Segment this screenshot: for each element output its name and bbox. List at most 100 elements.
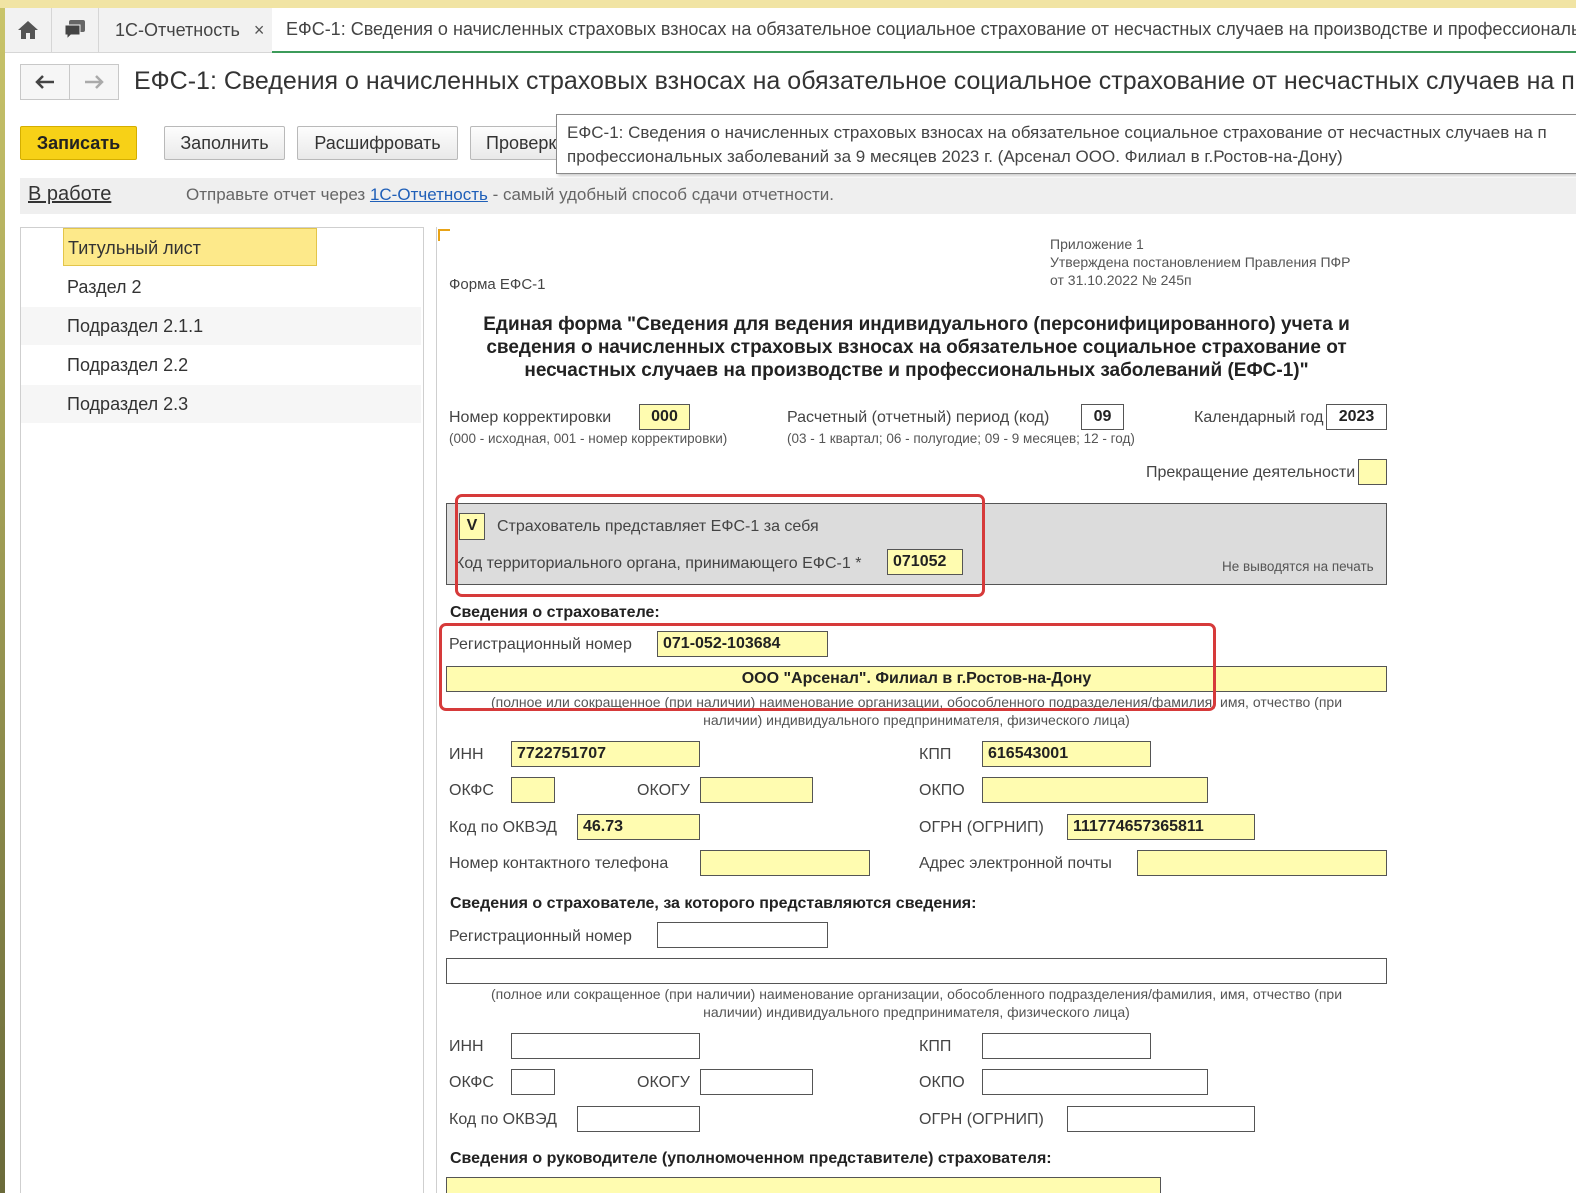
tab-label: 1С-Отчетность xyxy=(115,19,240,40)
okpo-2-field[interactable] xyxy=(982,1069,1208,1095)
ogrn-2-field[interactable] xyxy=(1067,1106,1255,1132)
year-label: Календарный год xyxy=(1194,409,1324,426)
nav-item-section-2[interactable]: Раздел 2 xyxy=(21,268,421,306)
okfs-2-field[interactable] xyxy=(511,1069,555,1095)
info-message: Отправьте отчет через 1С-Отчетность - са… xyxy=(186,185,834,205)
okved-2-field[interactable] xyxy=(577,1106,700,1132)
org-name-2-caption: (полное или сокращенное (при наличии) на… xyxy=(446,985,1387,1021)
okogu-2-label: ОКОГУ xyxy=(637,1074,690,1091)
cell-cursor-marker xyxy=(438,229,450,241)
kpp-2-field[interactable] xyxy=(982,1033,1151,1059)
insurer-heading: Сведения о страхователе: xyxy=(450,604,660,621)
caption-line: (полное или сокращенное (при наличии) на… xyxy=(490,986,1343,1002)
title-tooltip: ЕФС-1: Сведения о начисленных страховых … xyxy=(556,114,1576,174)
inn-2-field[interactable] xyxy=(511,1033,700,1059)
org-name-2-field[interactable] xyxy=(446,958,1387,984)
kpp-field[interactable]: 616543001 xyxy=(982,741,1151,767)
form-title-line: сведения о начисленных страховых взносах… xyxy=(486,337,1347,358)
reg-number-2-label: Регистрационный номер xyxy=(449,928,632,945)
no-print-note: Не выводятся на печать xyxy=(1222,559,1374,574)
email-field[interactable] xyxy=(1137,850,1387,876)
highlight-box xyxy=(439,623,1216,711)
info-text: Отправьте отчет через xyxy=(186,185,370,204)
okved-label: Код по ОКВЭД xyxy=(449,819,557,836)
okogu-label: ОКОГУ xyxy=(637,782,690,799)
appendix-line: Приложение 1 xyxy=(1050,236,1144,252)
inn-label: ИНН xyxy=(449,746,484,763)
caption-line: наличии) индивидуального предпринимателя… xyxy=(703,1004,1130,1020)
messages-button[interactable] xyxy=(52,8,99,52)
period-field[interactable]: 09 xyxy=(1081,404,1124,430)
form-title-line: несчастных случаев на производстве и про… xyxy=(524,360,1309,381)
year-field[interactable]: 2023 xyxy=(1326,404,1387,430)
save-button[interactable]: Записать xyxy=(20,126,137,160)
period-label: Расчетный (отчетный) период (код) xyxy=(787,409,1050,426)
tab-label: ЕФС-1: Сведения о начисленных страховых … xyxy=(286,19,1576,39)
reg-number-2-field[interactable] xyxy=(657,922,828,948)
okved-field[interactable]: 46.73 xyxy=(577,814,700,840)
back-button[interactable] xyxy=(20,64,70,100)
tooltip-line: профессиональных заболеваний за 9 месяце… xyxy=(567,147,1343,166)
okfs-field[interactable] xyxy=(511,777,555,803)
okogu-2-field[interactable] xyxy=(700,1069,813,1095)
inn-2-label: ИНН xyxy=(449,1038,484,1055)
ogrn-2-label: ОГРН (ОГРНИП) xyxy=(919,1111,1044,1128)
okpo-field[interactable] xyxy=(982,777,1208,803)
kpp-label: КПП xyxy=(919,746,952,763)
nav-item-subsection-2-3[interactable]: Подраздел 2.3 xyxy=(21,385,421,423)
kpp-2-label: КПП xyxy=(919,1038,952,1055)
okogu-field[interactable] xyxy=(700,777,813,803)
period-hint: (03 - 1 квартал; 06 - полугодие; 09 - 9 … xyxy=(787,431,1135,446)
highlight-box xyxy=(455,494,985,597)
tooltip-line: ЕФС-1: Сведения о начисленных страховых … xyxy=(567,123,1547,142)
okfs-2-label: ОКФС xyxy=(449,1074,494,1091)
okfs-label: ОКФС xyxy=(449,782,494,799)
section-nav: Титульный лист Раздел 2 Подраздел 2.1.1 … xyxy=(20,227,424,1193)
appendix-line: от 31.10.2022 № 245п xyxy=(1050,272,1192,288)
forward-button[interactable] xyxy=(69,64,119,100)
tab-efs1[interactable]: ЕФС-1: Сведения о начисленных страховых … xyxy=(272,8,1576,53)
nav-item-subsection-2-1-1[interactable]: Подраздел 2.1.1 xyxy=(21,307,421,345)
correction-hint: (000 - исходная, 001 - номер корректиров… xyxy=(449,431,728,446)
appendix-line: Утверждена постановлением Правления ПФР xyxy=(1050,254,1351,270)
reporting-link[interactable]: 1С-Отчетность xyxy=(370,185,488,204)
caption-line: наличии) индивидуального предпринимателя… xyxy=(703,712,1130,728)
email-label: Адрес электронной почты xyxy=(919,855,1112,872)
form-name: Форма ЕФС-1 xyxy=(449,276,546,293)
home-button[interactable] xyxy=(5,8,52,52)
correction-label: Номер корректировки xyxy=(449,409,612,426)
window-top-strip xyxy=(0,0,1576,8)
correction-field[interactable]: 000 xyxy=(639,404,690,430)
info-text: - самый удобный способ сдачи отчетности. xyxy=(487,185,835,204)
page-title: ЕФС-1: Сведения о начисленных страховых … xyxy=(134,67,1575,95)
inn-field[interactable]: 7722751707 xyxy=(511,741,700,767)
ogrn-field[interactable]: 111774657365811 xyxy=(1067,814,1255,840)
head-heading: Сведения о руководителе (уполномоченном … xyxy=(450,1150,1052,1167)
head-name-field[interactable] xyxy=(446,1177,1161,1193)
termination-label: Прекращение деятельности xyxy=(1146,464,1356,481)
form-title-line: Единая форма "Сведения для ведения индив… xyxy=(483,314,1350,335)
home-icon xyxy=(18,21,38,39)
for-whom-heading: Сведения о страхователе, за которого пре… xyxy=(450,895,977,912)
tab-1c-reporting[interactable]: 1С-Отчетность × xyxy=(101,8,286,52)
window-left-strip xyxy=(0,8,5,1193)
phone-label: Номер контактного телефона xyxy=(449,855,669,872)
check-button[interactable]: Проверк xyxy=(470,126,570,160)
status-link[interactable]: В работе xyxy=(28,183,111,206)
nav-item-title-page[interactable]: Титульный лист xyxy=(63,228,317,266)
okved-2-label: Код по ОКВЭД xyxy=(449,1111,557,1128)
decode-button[interactable]: Расшифровать xyxy=(297,126,458,160)
okpo-label: ОКПО xyxy=(919,782,965,799)
ogrn-label: ОГРН (ОГРНИП) xyxy=(919,819,1044,836)
arrow-right-icon xyxy=(85,75,104,89)
termination-field[interactable] xyxy=(1358,459,1387,485)
arrow-left-icon xyxy=(35,75,54,89)
okpo-2-label: ОКПО xyxy=(919,1074,965,1091)
nav-item-subsection-2-2[interactable]: Подраздел 2.2 xyxy=(21,346,421,384)
close-icon[interactable]: × xyxy=(254,20,265,41)
form-title: Единая форма "Сведения для ведения индив… xyxy=(446,313,1387,382)
fill-button[interactable]: Заполнить xyxy=(164,126,285,160)
chat-icon xyxy=(64,20,85,41)
tab-bar: 1С-Отчетность × ЕФС-1: Сведения о начисл… xyxy=(5,8,1576,53)
phone-field[interactable] xyxy=(700,850,870,876)
